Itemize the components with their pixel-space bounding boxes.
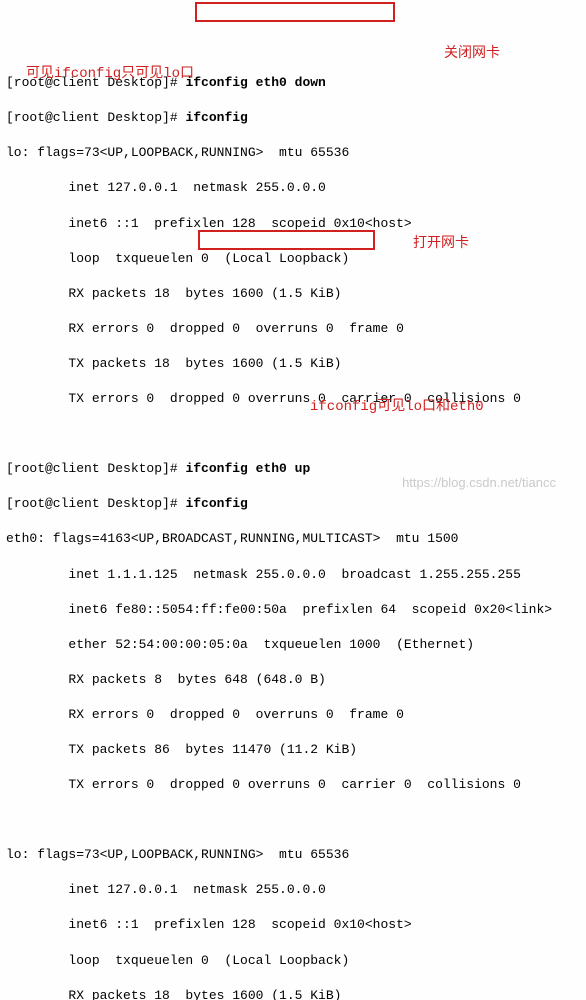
output-line: eth0: flags=4163<UP,BROADCAST,RUNNING,MU… — [6, 530, 580, 548]
output-line: loop txqueuelen 0 (Local Loopback) — [6, 952, 580, 970]
output-line: inet 1.1.1.125 netmask 255.0.0.0 broadca… — [6, 566, 580, 584]
annotation-close-nic: 关闭网卡 — [444, 45, 500, 64]
annotation-lo-eth0: ifconfig可见lo口和eth0 — [310, 398, 484, 417]
watermark: https://blog.csdn.net/tiancc — [402, 474, 556, 492]
output-line: lo: flags=73<UP,LOOPBACK,RUNNING> mtu 65… — [6, 144, 580, 162]
prompt: [root@client Desktop]# — [6, 110, 185, 125]
output-line: TX errors 0 dropped 0 overruns 0 carrier… — [6, 776, 580, 794]
prompt: [root@client Desktop]# — [6, 461, 185, 476]
blank-line — [6, 811, 580, 829]
output-line: TX errors 0 dropped 0 overruns 0 carrier… — [6, 390, 580, 408]
output-line: ether 52:54:00:00:05:0a txqueuelen 1000 … — [6, 636, 580, 654]
blank-line — [6, 425, 580, 443]
output-line: RX packets 18 bytes 1600 (1.5 KiB) — [6, 285, 580, 303]
output-line: inet6 ::1 prefixlen 128 scopeid 0x10<hos… — [6, 916, 580, 934]
output-line: inet 127.0.0.1 netmask 255.0.0.0 — [6, 179, 580, 197]
terminal-line[interactable]: [root@client Desktop]# ifconfig — [6, 109, 580, 127]
output-line: loop txqueuelen 0 (Local Loopback) — [6, 250, 580, 268]
terminal-line[interactable]: [root@client Desktop]# ifconfig — [6, 495, 580, 513]
output-line: RX errors 0 dropped 0 overruns 0 frame 0 — [6, 706, 580, 724]
command: ifconfig eth0 down — [185, 75, 325, 90]
annotation-only-lo: 可见ifconfig只可见lo口 — [26, 65, 194, 84]
highlight-box — [198, 230, 375, 250]
annotation-open-nic: 打开网卡 — [413, 235, 469, 254]
output-line: RX errors 0 dropped 0 overruns 0 frame 0 — [6, 320, 580, 338]
highlight-box — [195, 2, 395, 22]
output-line: RX packets 18 bytes 1600 (1.5 KiB) — [6, 987, 580, 1000]
output-line: TX packets 86 bytes 11470 (11.2 KiB) — [6, 741, 580, 759]
command: ifconfig — [185, 496, 247, 511]
output-line: inet6 ::1 prefixlen 128 scopeid 0x10<hos… — [6, 215, 580, 233]
prompt: [root@client Desktop]# — [6, 496, 185, 511]
output-line: TX packets 18 bytes 1600 (1.5 KiB) — [6, 355, 580, 373]
command: ifconfig — [185, 110, 247, 125]
output-line: inet6 fe80::5054:ff:fe00:50a prefixlen 6… — [6, 601, 580, 619]
output-line: lo: flags=73<UP,LOOPBACK,RUNNING> mtu 65… — [6, 846, 580, 864]
output-line: RX packets 8 bytes 648 (648.0 B) — [6, 671, 580, 689]
command: ifconfig eth0 up — [185, 461, 310, 476]
terminal-line[interactable]: [root@client Desktop]# ifconfig eth0 up — [6, 460, 580, 478]
output-line: inet 127.0.0.1 netmask 255.0.0.0 — [6, 881, 580, 899]
